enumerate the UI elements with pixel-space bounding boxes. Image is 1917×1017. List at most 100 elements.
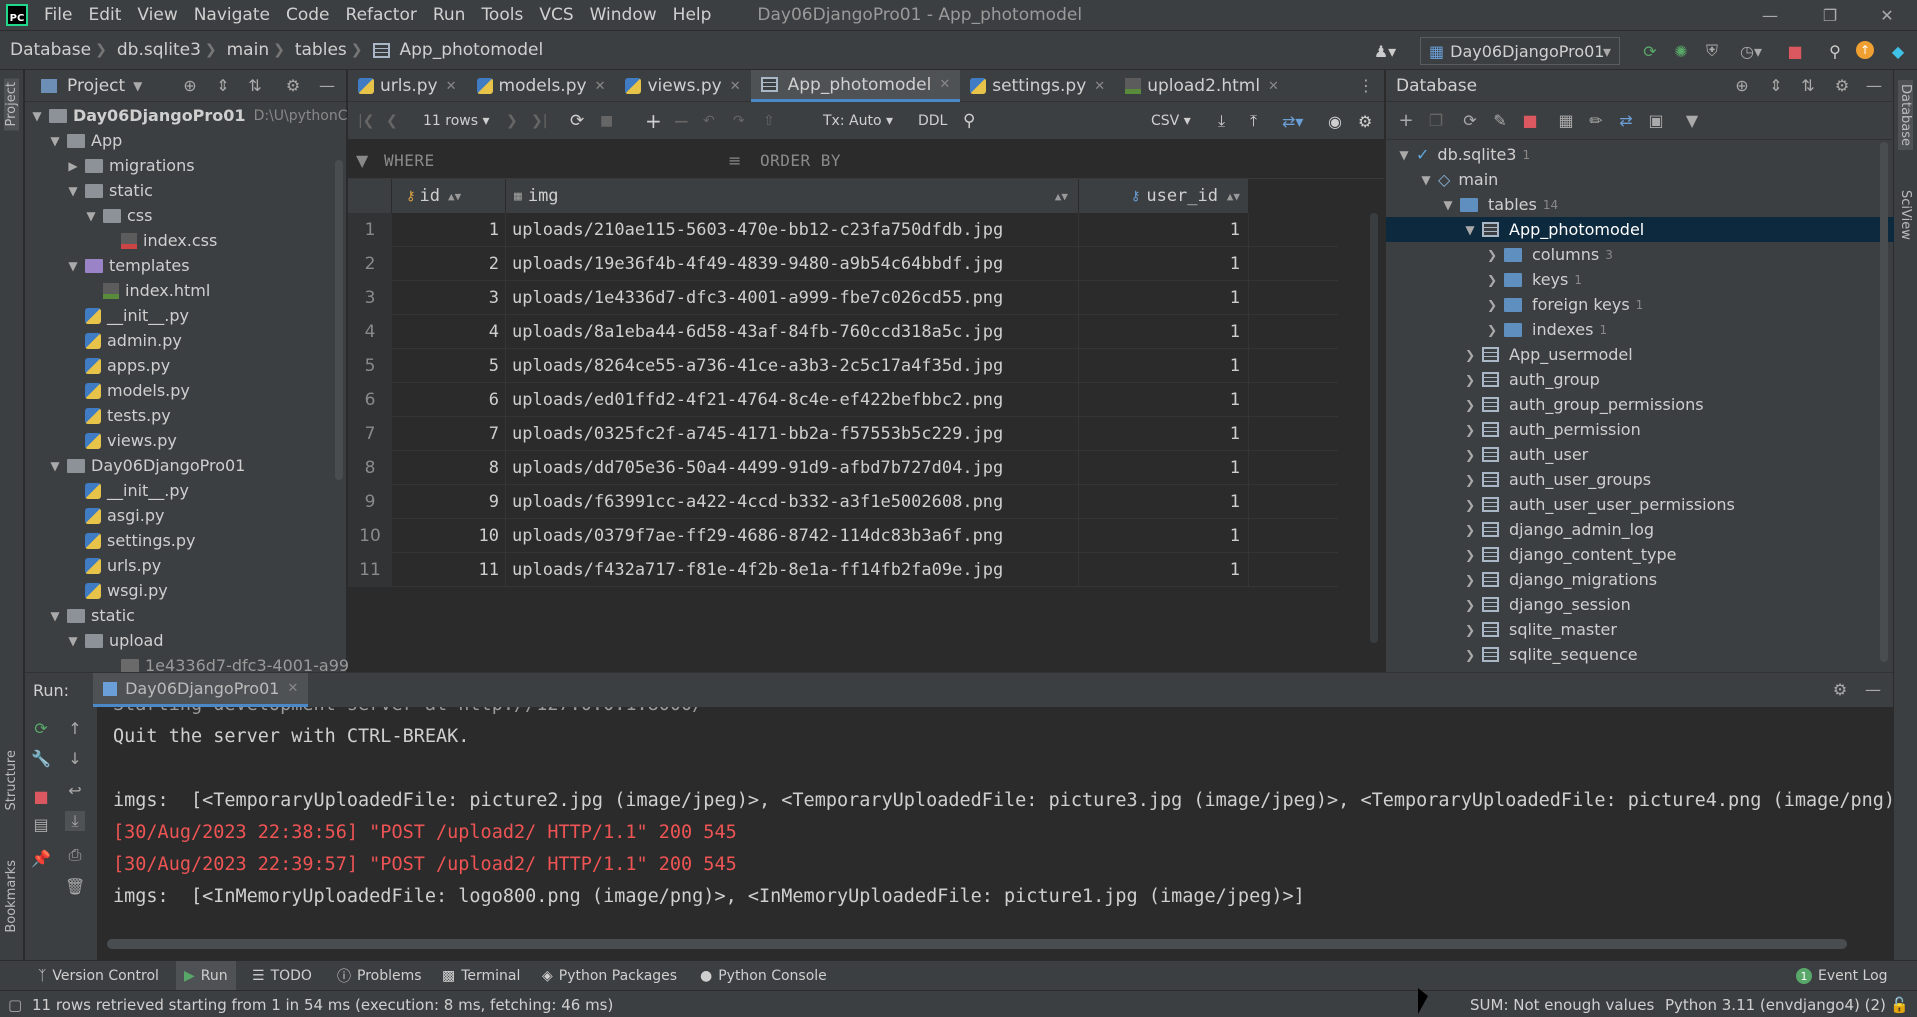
cell-img[interactable]: uploads/f432a717-f81e-4f2b-8e1a-ff14fb2f… [506,553,1079,587]
tool-problems[interactable]: ⓘ Problems [337,961,422,991]
db-node-sqlite-master[interactable]: ❯ sqlite_master [1462,617,1617,642]
tree-item-wsgi[interactable]: wsgi.py [85,578,168,603]
tx-mode-select[interactable]: Tx: Auto ▾ [823,102,893,140]
user-icon[interactable]: ♟▾ [1365,41,1405,61]
cell-img[interactable]: uploads/0379f7ae-ff29-4686-8742-114dc83b… [506,519,1079,553]
tool-run[interactable]: ▶ Run [176,961,236,991]
cell-img[interactable]: uploads/0325fc2f-a745-4171-bb2a-f57553b5… [506,417,1079,451]
cell-user-id[interactable]: 1 [1079,213,1249,247]
search-icon[interactable]: ⚲ [1825,41,1845,61]
cell-user-id[interactable]: 1 [1079,247,1249,281]
upload-icon[interactable]: ⤒ [1250,102,1257,140]
cancel-query-icon[interactable]: ■ [600,102,613,140]
add-datasource-icon[interactable]: + [1396,111,1416,131]
bookmarks-tool-button[interactable]: Bookmarks [4,860,19,933]
chevron-down-icon[interactable]: ▼ [133,79,142,93]
menu-help[interactable]: Help [665,5,720,25]
refresh-icon[interactable]: ⟳ [570,102,584,140]
db-node-auth-user-user-permissions[interactable]: ❯ auth_user_user_permissions [1462,492,1735,517]
cell-img[interactable]: uploads/1e4336d7-dfc3-4001-a999-fbe7c026… [506,281,1079,315]
download-icon[interactable]: ⤓ [1218,102,1225,140]
cell-img[interactable]: uploads/f63991cc-a422-4ccd-b332-a3f1e500… [506,485,1079,519]
cell-id[interactable]: 1 [392,213,506,247]
row-number[interactable]: 5 [348,349,392,383]
view-icon[interactable]: ◉ [1328,102,1342,140]
db-node-sqlite[interactable]: ▼ ✓ db.sqlite3 1 [1396,142,1530,167]
tree-root[interactable]: ▼ Day06DjangoPro01 D:\U\pythonCo [29,103,356,128]
cell-id[interactable]: 7 [392,417,506,451]
tab-urls[interactable]: urls.py ✕ [348,70,467,102]
cell-user-id[interactable]: 1 [1079,519,1249,553]
row-number[interactable]: 10 [348,519,392,553]
table-row[interactable]: 5 5 uploads/8264ce55-a736-41ce-a3b3-2c5c17… [348,349,1338,383]
jump-icon[interactable]: ⇄ [1616,111,1636,131]
print-icon[interactable]: ⎙ [65,845,85,865]
db-node-auth-user-groups[interactable]: ❯ auth_user_groups [1462,467,1651,492]
project-panel-title[interactable]: Project [67,76,125,96]
tool-version-control[interactable]: ᛉ Version Control [38,961,159,991]
tree-item-templates[interactable]: ▼ templates [65,253,189,278]
table-row[interactable]: 10 10 uploads/0379f7ae-ff29-4686-8742-114d… [348,519,1338,553]
row-number[interactable]: 3 [348,281,392,315]
hide-icon[interactable]: — [317,76,337,96]
scroll-down-icon[interactable]: ↓ [65,749,85,769]
tree-item-apps[interactable]: apps.py [85,353,170,378]
row-number[interactable]: 1 [348,213,392,247]
wrench-icon[interactable]: 🔧 [31,749,51,769]
minimize-icon[interactable]: — [1745,0,1795,30]
run-config-select[interactable]: ▦ Day06DjangoPro01 ▾ [1420,37,1620,65]
profile-icon[interactable]: ◷▾ [1733,41,1769,61]
first-page-icon[interactable]: |❮ [358,102,374,140]
tree-item-init[interactable]: __init__.py [85,303,189,328]
tree-item-index-html[interactable]: index.html [103,278,210,303]
menu-run[interactable]: Run [425,5,474,25]
order-by-input[interactable]: ORDER BY [760,141,841,179]
copy-icon[interactable]: ❐ [1426,111,1446,131]
revert-icon[interactable]: ↶ [703,102,715,140]
cell-user-id[interactable]: 1 [1079,281,1249,315]
add-row-icon[interactable]: + [645,102,662,140]
tree-item-project-pkg[interactable]: ▼ Day06DjangoPro01 [47,453,245,478]
cell-img[interactable]: uploads/210ae115-5603-470e-bb12-c23fa750… [506,213,1079,247]
breadcrumb-tables[interactable]: tables [285,40,351,60]
close-tab-icon[interactable]: ✕ [446,79,457,94]
tree-item-app[interactable]: ▼ App [47,128,122,153]
hide-icon[interactable]: — [1863,680,1883,700]
breadcrumb-db[interactable]: db.sqlite3 [107,40,205,60]
stop-icon[interactable]: ■ [1520,111,1540,131]
submit-icon[interactable]: ⇧ [763,102,775,140]
cell-user-id[interactable]: 1 [1079,349,1249,383]
cell-img[interactable]: uploads/8a1eba44-6d58-43af-84fb-760ccd31… [506,315,1079,349]
cell-user-id[interactable]: 1 [1079,417,1249,451]
db-node-sqlite-sequence[interactable]: ❯ sqlite_sequence [1462,642,1638,667]
table-row[interactable]: 2 2 uploads/19e36f4b-4f49-4839-9480-a9b54c… [348,247,1338,281]
cell-id[interactable]: 3 [392,281,506,315]
column-header-img[interactable]: ▦ img ▲▼ [506,179,1079,213]
table-editor-icon[interactable]: ▦ [1556,111,1576,131]
structure-tool-button[interactable]: Structure [4,750,19,810]
close-tab-icon[interactable]: ✕ [1094,79,1105,94]
db-node-auth-group[interactable]: ❯ auth_group [1462,367,1600,392]
layout-icon[interactable]: ▤ [31,815,51,835]
more-tabs-icon[interactable]: ⋮ [1358,76,1374,95]
tab-upload2[interactable]: upload2.html ✕ [1115,70,1289,102]
scroll-to-end-icon[interactable]: ⤓ [65,811,85,831]
pin-icon[interactable]: 📌 [31,849,51,869]
tool-python-packages[interactable]: ◈ Python Packages [542,961,677,991]
tree-item-index-css[interactable]: index.css [121,228,217,253]
cell-img[interactable]: uploads/8264ce55-a736-41ce-a3b3-2c5c17a4… [506,349,1079,383]
tool-terminal[interactable]: ▩ Terminal [442,961,520,991]
cell-user-id[interactable]: 1 [1079,383,1249,417]
revert-selected-icon[interactable]: ↷ [733,102,745,140]
menu-file[interactable]: File [36,5,80,25]
tool-event-log[interactable]: 1 Event Log [1796,961,1888,991]
db-node-keys[interactable]: ❯ keys 1 [1484,267,1582,292]
query-console-icon[interactable]: ▣ [1646,111,1666,131]
export-format-select[interactable]: CSV ▾ [1151,102,1191,140]
menu-edit[interactable]: Edit [80,5,129,25]
update-icon[interactable]: ↑ [1856,41,1874,59]
expand-all-icon[interactable]: ⇕ [213,76,233,96]
collapse-all-icon[interactable]: ⇅ [1798,76,1818,96]
cell-user-id[interactable]: 1 [1079,553,1249,587]
db-node-auth-permission[interactable]: ❯ auth_permission [1462,417,1641,442]
